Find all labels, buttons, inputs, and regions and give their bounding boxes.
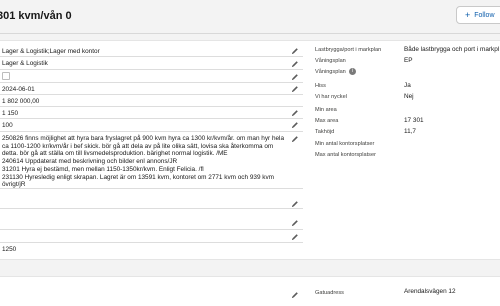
field-value: 11,7 [404,128,416,135]
info-icon[interactable]: i [349,68,356,75]
field-loading-dock: Lastbrygga/port i markplan Både lastbryg… [313,45,500,56]
pencil-icon[interactable] [291,73,299,81]
pencil-icon[interactable] [291,200,299,208]
field-elevator: Hiss Ja [313,81,500,92]
follow-label: Follow [474,11,495,19]
field-checkbox[interactable] [0,70,303,83]
address-card: Gatuadress Arendalsvägen 12 [0,276,500,306]
follow-button[interactable]: + Follow [456,6,500,24]
pencil-icon[interactable] [291,233,299,241]
field-floor-2: Våningsplan i [313,67,500,78]
field-max-area: Max area 17 301 [313,116,500,127]
pencil-icon[interactable] [291,85,299,93]
field-date[interactable]: 2024-06-01 [0,83,303,95]
pencil-icon[interactable] [291,135,299,143]
field-label: Våningsplan [315,69,346,75]
note-line: 31201 Hyra ej bestämd, men mellan 1150-1… [2,165,204,173]
field-value: 1 150 [2,110,18,117]
note-line: 240614 Uppdaterat med beskrivning och bi… [2,158,178,166]
field-label: Max area [315,118,339,124]
field-empty-1[interactable] [0,189,303,209]
field-value: Lager & Logistik [2,60,48,67]
page-title: 301 kvm/vån 0 [0,10,72,22]
field-empty-3[interactable] [0,230,303,243]
field-value: 1 802 000,00 [2,98,40,105]
field-label: Min antal kontorsplatser [315,141,375,147]
field-min-area: Min area [313,105,500,116]
field-value: 17 301 [404,117,424,124]
field-value: Både lastbrygga och port i markpl [404,46,500,53]
field-label: Gatuadress [315,290,344,296]
field-notes[interactable]: 250826 finns möjlighet att hyra bara fry… [0,132,303,189]
pencil-icon[interactable] [291,219,299,227]
plus-icon: + [465,9,471,20]
note-line: övrigt/jR [2,181,26,189]
field-street-address: Gatuadress Arendalsvägen 12 [313,287,500,298]
field-rent[interactable]: 1 150 [0,107,303,119]
note-line: 250826 finns möjlighet att hyra bara fry… [2,135,285,142]
field-label: Max antal kontorsplatser [315,152,376,158]
pencil-icon[interactable] [291,291,299,299]
field-amount[interactable]: 1 802 000,00 [0,95,303,107]
notes-text: 250826 finns möjlighet att hyra bara fry… [2,135,285,189]
pencil-icon[interactable] [291,121,299,129]
field-min-workplaces: Min antal kontorsplatser [313,139,500,150]
field-ceiling-height: Takhöjd 11,7 [313,127,500,138]
field-label: Takhöjd [315,129,335,135]
field-type[interactable]: Lager & Logistik [0,57,303,70]
checkbox[interactable] [2,72,10,80]
field-category[interactable]: Lager & Logistik;Lager med kontor [0,45,303,57]
field-floor: Våningsplan EP [313,56,500,67]
field-area[interactable]: 1250 [0,243,303,257]
note-line: detta. bör gå att ställa om till livsmed… [2,150,228,158]
field-value: Lager & Logistik;Lager med kontor [2,48,100,55]
details-card: Lager & Logistik;Lager med kontor Lager … [0,40,500,260]
field-value: 100 [2,122,13,129]
field-value: Ja [404,82,411,89]
field-value: 1250 [2,246,17,253]
field-empty-2[interactable] [0,209,303,230]
pencil-icon[interactable] [291,60,299,68]
field-value: Arendalsvägen 12 [404,288,456,295]
field-value: EP [404,57,413,64]
field-label: Våningsplan [315,58,346,64]
field-label: Vi har nyckel [315,94,347,100]
field-value: 2024-06-01 [2,86,35,93]
note-line: 231130 Hyresledig enligt skrapan. Lagret… [2,173,274,181]
record-header: 301 kvm/vån 0 + Follow [0,0,500,34]
field-have-key: Vi har nyckel Nej [313,92,500,103]
field-label: Hiss [315,83,326,89]
field-max-workplaces: Max antal kontorsplatser [313,150,500,161]
field-percent[interactable]: 100 [0,119,303,132]
field-label: Lastbrygga/port i markplan [315,47,382,53]
field-value: Nej [404,93,414,100]
field-empty-4[interactable] [0,289,303,303]
pencil-icon[interactable] [291,109,299,117]
pencil-icon[interactable] [291,47,299,55]
field-label: Min area [315,107,337,113]
